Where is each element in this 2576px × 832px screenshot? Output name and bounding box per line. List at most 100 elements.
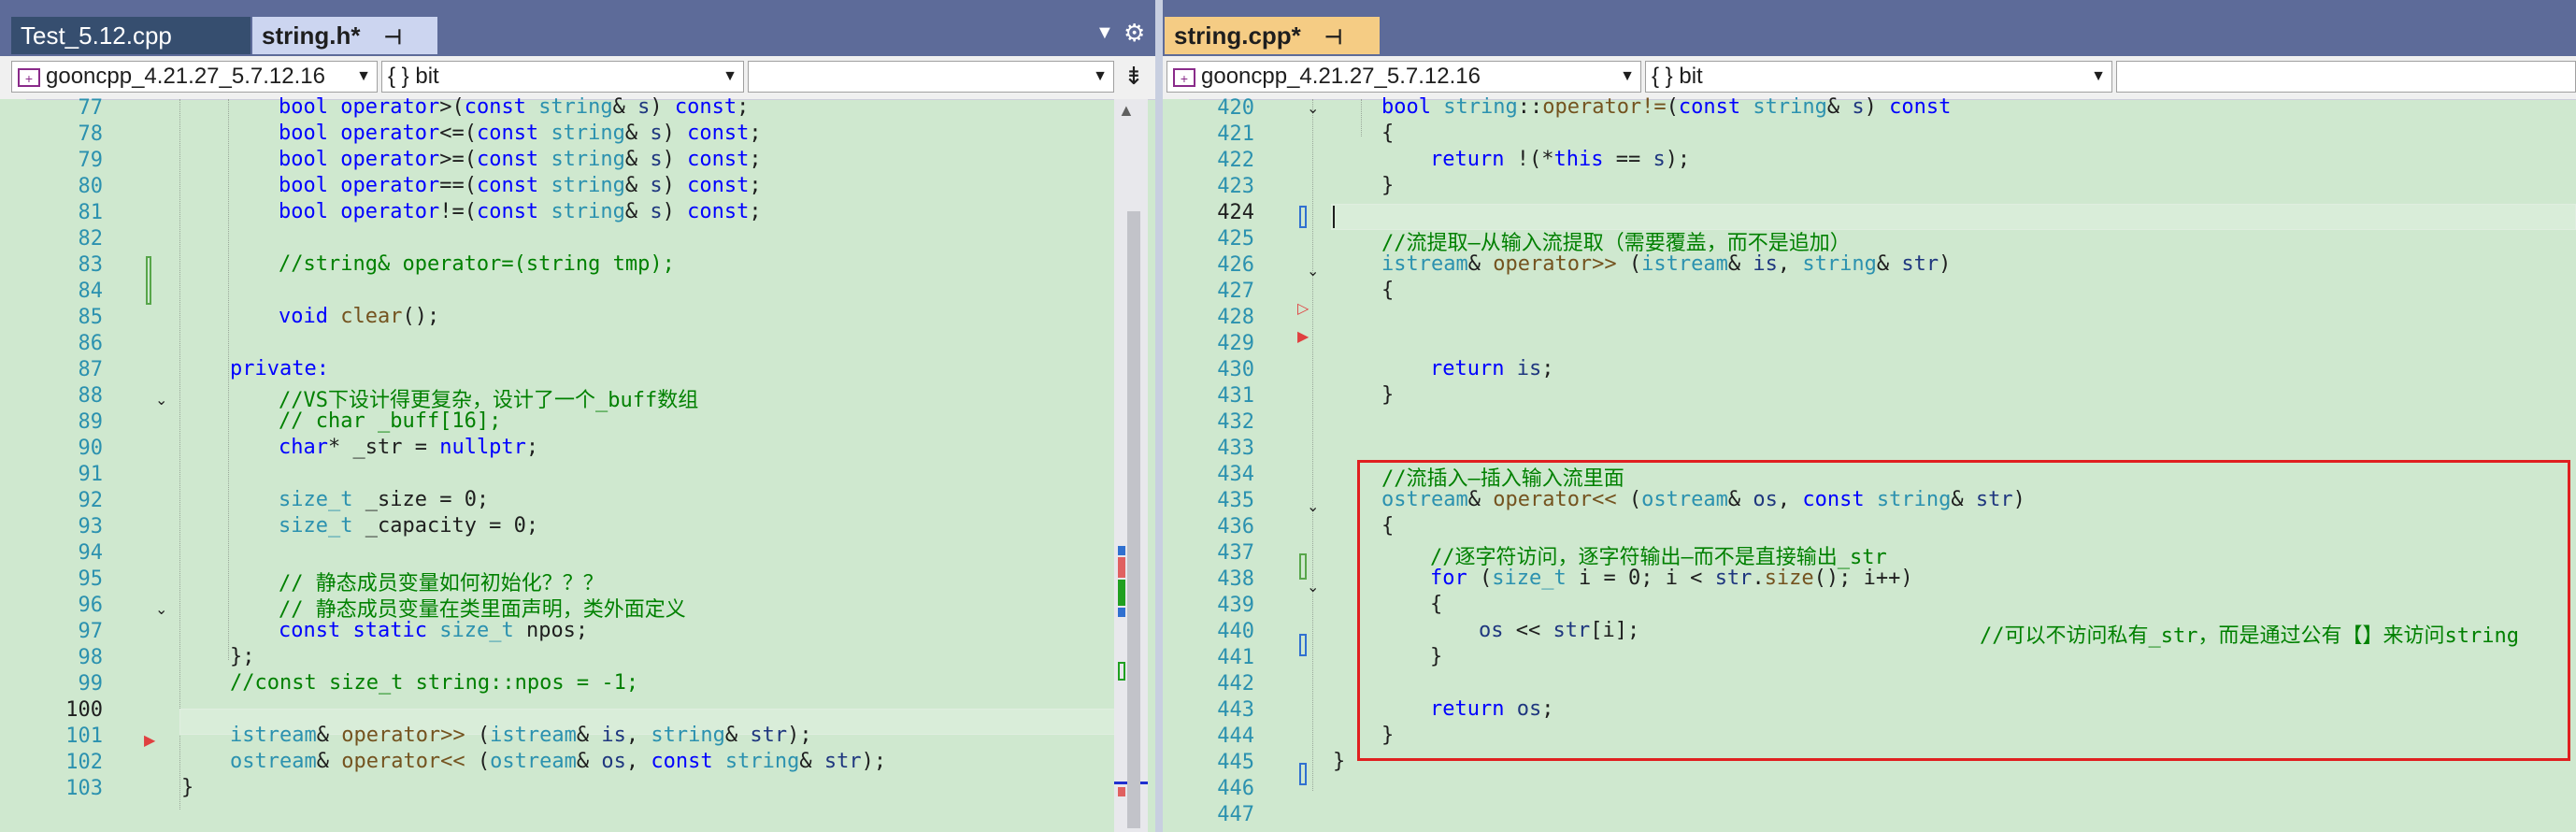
line-number: 84 bbox=[78, 280, 104, 303]
line-number: 98 bbox=[78, 646, 104, 669]
line-number: 87 bbox=[78, 358, 104, 381]
gear-icon[interactable]: ⚙ bbox=[1123, 19, 1145, 48]
scroll-thumb[interactable] bbox=[1127, 211, 1140, 828]
scope-dropdown[interactable]: { } bit ▼ bbox=[381, 61, 744, 93]
fold-chevron-icon[interactable]: ⌄ bbox=[1307, 578, 1320, 596]
pin-icon[interactable]: ⊣ bbox=[384, 25, 402, 49]
code-line-420: bool string::operator!=(const string& s)… bbox=[1381, 95, 1952, 119]
tab-test-cpp[interactable]: Test_5.12.cpp bbox=[11, 17, 250, 54]
code-line-79: bool operator>=(const string& s) const; bbox=[279, 148, 762, 171]
line-number: 92 bbox=[78, 489, 104, 512]
line-number: 446 bbox=[1217, 777, 1254, 800]
chevron-down-icon[interactable]: ▼ bbox=[1095, 22, 1114, 44]
right-tab-bar: string.cpp* ⊣ ✕ bbox=[1163, 0, 2576, 89]
code-line-103: } bbox=[181, 776, 194, 799]
line-number: 445 bbox=[1217, 751, 1254, 774]
project-name: gooncpp_4.21.27_5.7.12.16 bbox=[1201, 64, 1481, 89]
fold-chevron-icon[interactable]: ⌄ bbox=[155, 391, 168, 409]
text-caret bbox=[1333, 206, 1335, 228]
right-navigation-bar: + gooncpp_4.21.27_5.7.12.16 ▼ { } bit ▼ bbox=[1163, 56, 2576, 100]
member-dropdown[interactable] bbox=[2116, 61, 2576, 93]
pin-icon[interactable]: ⊣ bbox=[1324, 25, 1342, 49]
line-number: 438 bbox=[1217, 567, 1254, 591]
breakpoint-arrow-icon: ▶ bbox=[1297, 329, 1309, 345]
code-line-83: //string& operator=(string tmp); bbox=[279, 252, 675, 276]
line-number: 440 bbox=[1217, 620, 1254, 643]
indent-guide bbox=[1312, 99, 1313, 791]
line-number: 427 bbox=[1217, 280, 1254, 303]
code-line-98: }; bbox=[230, 645, 255, 668]
scroll-marker bbox=[1118, 557, 1125, 578]
line-number: 97 bbox=[78, 620, 104, 643]
scroll-marker bbox=[1118, 608, 1125, 617]
line-number: 80 bbox=[78, 175, 104, 198]
line-number: 91 bbox=[78, 463, 104, 486]
save-marker bbox=[1299, 206, 1307, 228]
chevron-down-icon: ▼ bbox=[1093, 68, 1108, 84]
fold-chevron-icon[interactable]: ⌄ bbox=[1307, 497, 1320, 516]
scope-name: { } bit bbox=[1652, 64, 1703, 89]
project-name: gooncpp_4.21.27_5.7.12.16 bbox=[46, 64, 325, 89]
fold-chevron-icon[interactable]: ⌄ bbox=[1307, 262, 1320, 280]
line-number: 99 bbox=[78, 672, 104, 696]
left-editor-pane: Test_5.12.cpp string.h* ⊣ ✕ ▼ ⚙ + gooncpp… bbox=[0, 0, 1155, 832]
line-number: 88 bbox=[78, 384, 104, 408]
line-number: 102 bbox=[65, 751, 103, 774]
line-number: 93 bbox=[78, 515, 104, 538]
line-number: 423 bbox=[1217, 175, 1254, 198]
line-number: 81 bbox=[78, 201, 104, 224]
tab-label: Test_5.12.cpp bbox=[21, 22, 172, 50]
indent-guide bbox=[1361, 99, 1362, 136]
code-line-90: char* _str = nullptr; bbox=[279, 436, 539, 459]
line-number: 429 bbox=[1217, 332, 1254, 355]
left-vertical-scrollbar[interactable]: ▲ bbox=[1114, 99, 1148, 832]
scroll-marker bbox=[1118, 787, 1125, 796]
scroll-up-icon[interactable]: ▲ bbox=[1118, 101, 1135, 121]
line-number: 435 bbox=[1217, 489, 1254, 512]
tab-string-h[interactable]: string.h* ⊣ ✕ bbox=[252, 17, 437, 89]
code-line-85: void clear(); bbox=[279, 305, 440, 328]
line-number: 96 bbox=[78, 594, 104, 617]
project-dropdown[interactable]: + gooncpp_4.21.27_5.7.12.16 ▼ bbox=[1166, 61, 1641, 93]
split-editor-icon[interactable]: ⇟ bbox=[1120, 61, 1148, 93]
fold-chevron-icon[interactable]: ⌄ bbox=[1307, 99, 1320, 118]
tab-string-cpp[interactable]: string.cpp* ⊣ ✕ bbox=[1165, 17, 1380, 89]
pane-splitter[interactable] bbox=[1155, 0, 1163, 832]
chevron-down-icon: ▼ bbox=[356, 68, 371, 84]
code-line-92: size_t _size = 0; bbox=[279, 488, 490, 511]
line-number: 428 bbox=[1217, 306, 1254, 329]
left-code-editor[interactable]: 77 78 79 80 81 82 83 84 85 86 87 88 89 90 91 92 93 94 95 96… bbox=[0, 95, 1155, 832]
code-line-426: istream& operator>> (istream& is, string… bbox=[1381, 252, 1952, 276]
line-number: 431 bbox=[1217, 384, 1254, 408]
right-code-editor[interactable]: 420 421 422 423 424 425 426 427 428 429 430 431 432 4… bbox=[1163, 95, 2576, 832]
line-number: 442 bbox=[1217, 672, 1254, 696]
line-number: 78 bbox=[78, 122, 104, 146]
line-number: 422 bbox=[1217, 149, 1254, 172]
member-dropdown[interactable]: ▼ bbox=[748, 61, 1114, 93]
scope-dropdown[interactable]: { } bit ▼ bbox=[1645, 61, 2112, 93]
code-line-89: // char _buff[16]; bbox=[279, 409, 502, 433]
line-number: 85 bbox=[78, 306, 104, 329]
line-number: 86 bbox=[78, 332, 104, 355]
save-marker bbox=[1299, 763, 1307, 785]
code-line-431: } bbox=[1381, 383, 1395, 407]
line-number: 443 bbox=[1217, 698, 1254, 722]
line-number: 433 bbox=[1217, 437, 1254, 460]
tab-label: string.cpp* bbox=[1174, 22, 1301, 50]
line-number: 77 bbox=[78, 96, 104, 120]
code-line-445: } bbox=[1333, 750, 1346, 773]
save-marker bbox=[1299, 634, 1307, 656]
code-line-101: istream& operator>> (istream& is, string… bbox=[230, 724, 812, 747]
scope-name: { } bit bbox=[388, 64, 439, 89]
code-line-81: bool operator!=(const string& s) const; bbox=[279, 200, 762, 223]
code-line-102: ostream& operator<< (ostream& os, const … bbox=[230, 750, 887, 773]
chevron-down-icon: ▼ bbox=[2091, 68, 2106, 84]
project-dropdown[interactable]: + gooncpp_4.21.27_5.7.12.16 ▼ bbox=[11, 61, 378, 93]
change-marker bbox=[1299, 553, 1307, 580]
indent-guide bbox=[228, 99, 229, 660]
code-line-427: { bbox=[1381, 279, 1395, 302]
line-number: 101 bbox=[65, 724, 103, 748]
line-number: 434 bbox=[1217, 463, 1254, 486]
code-line-93: size_t _capacity = 0; bbox=[279, 514, 539, 538]
fold-chevron-icon[interactable]: ⌄ bbox=[155, 600, 168, 619]
